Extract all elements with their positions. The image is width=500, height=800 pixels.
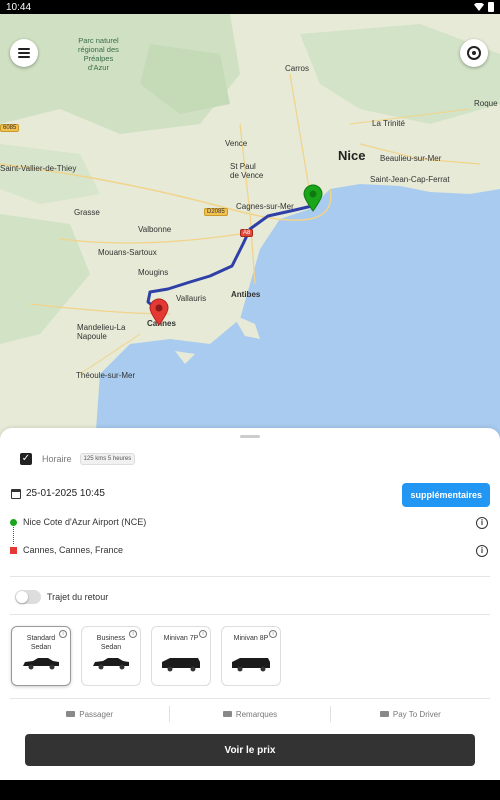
horaire-checkbox[interactable]: ✓ (20, 453, 32, 465)
cash-icon (379, 711, 389, 717)
start-marker-icon[interactable] (302, 184, 324, 212)
date-value: 25-01-2025 10:45 (26, 488, 105, 499)
see-price-button[interactable]: Voir le prix (25, 734, 475, 766)
system-nav-bar (0, 780, 500, 800)
end-marker-icon[interactable] (148, 298, 170, 326)
map-label-beaulieu: Beaulieu-sur-Mer (380, 154, 442, 163)
vehicle-info-icon[interactable]: i (199, 630, 207, 638)
map-label-grasse: Grasse (74, 208, 100, 217)
horaire-chip: 125 kms 5 heures (79, 453, 136, 465)
options-row: Passager Remarques Pay To Driver (10, 706, 490, 722)
horaire-row: ✓ Horaire 125 kms 5 heures (20, 453, 136, 465)
road-badge-d6085: 6085 (0, 124, 20, 132)
sheet-handle[interactable] (240, 435, 260, 438)
calendar-icon (11, 488, 21, 499)
vehicle-card-standard-sedan[interactable]: i Standard Sedan (11, 626, 71, 686)
map-label-latrinite: La Trinité (372, 119, 405, 128)
sedan-car-icon (23, 658, 59, 670)
dropoff-label: Cannes, Cannes, France (23, 545, 124, 555)
map-label-carros: Carros (285, 64, 310, 73)
menu-icon (18, 48, 30, 58)
wifi-icon (474, 3, 484, 11)
app-screen: 10:44 Parc naturel régional des Préalpes… (0, 0, 500, 800)
booking-sheet: ✓ Horaire 125 kms 5 heures 25-01-2025 10… (0, 428, 500, 780)
vehicle-card-minivan-7p[interactable]: i Minivan 7P (151, 626, 211, 686)
vehicle-info-icon[interactable]: i (129, 630, 137, 638)
menu-button[interactable] (10, 39, 38, 67)
return-trip-row: Trajet du retour (15, 590, 108, 604)
divider (10, 576, 490, 577)
map-label-stjean: Saint-Jean-Cap-Ferrat (370, 175, 450, 184)
battery-icon (488, 2, 494, 12)
payment-label: Pay To Driver (392, 709, 441, 719)
map-label-park: Parc naturel régional des Préalpes d'Azu… (78, 36, 119, 72)
vehicle-name: Minivan 7P (163, 635, 199, 642)
supplements-button[interactable]: supplémentaires (402, 483, 490, 507)
map-view[interactable]: Parc naturel régional des Préalpes d'Azu… (0, 14, 500, 444)
dropoff-info-icon[interactable]: i (476, 545, 488, 557)
return-trip-label: Trajet du retour (47, 592, 109, 602)
map-label-stpaul: St Paul de Vence (230, 162, 264, 180)
sedan-car-icon (93, 658, 129, 670)
payment-option[interactable]: Pay To Driver (331, 706, 490, 722)
vehicle-info-icon[interactable]: i (59, 630, 67, 638)
dropoff-stop[interactable]: Cannes, Cannes, France (10, 545, 123, 555)
date-row[interactable]: 25-01-2025 10:45 (11, 488, 105, 499)
pickup-label: Nice Cote d'Azur Airport (NCE) (23, 517, 147, 527)
status-time: 10:44 (6, 1, 32, 13)
vehicle-list: i Standard Sedan i Business Sedan i Mini… (11, 626, 281, 686)
people-icon (66, 711, 76, 717)
return-trip-toggle[interactable] (15, 590, 41, 604)
minivan-icon (162, 658, 200, 672)
divider (10, 614, 490, 615)
map-label-antibes: Antibes (231, 290, 261, 299)
vehicle-name: Business Sedan (96, 635, 126, 651)
map-label-stvallier: Saint-Vallier-de-Thiey (0, 164, 77, 173)
passenger-label: Passager (79, 709, 114, 719)
status-bar: 10:44 (0, 0, 500, 14)
route-connector (13, 527, 14, 544)
vehicle-card-business-sedan[interactable]: i Business Sedan (81, 626, 141, 686)
vehicle-name: Minivan 8P (233, 635, 269, 642)
comment-icon (222, 711, 232, 717)
minivan-icon (232, 658, 270, 672)
status-icons (474, 2, 494, 12)
map-label-roque: Roque (474, 99, 498, 108)
map-label-mandelieu: Mandelieu-La Napoule (77, 323, 126, 341)
map-label-valbonne: Valbonne (138, 225, 172, 234)
passenger-option[interactable]: Passager (10, 706, 171, 722)
map-label-mougins: Mougins (138, 268, 169, 277)
remarks-label: Remarques (235, 709, 278, 719)
pickup-info-icon[interactable]: i (476, 517, 488, 529)
divider (10, 698, 490, 699)
map-label-cagnes: Cagnes-sur-Mer (236, 202, 294, 211)
map-label-vallauris: Vallauris (176, 294, 207, 303)
vehicle-name: Standard Sedan (26, 635, 56, 651)
pickup-dot-icon (10, 518, 17, 526)
road-badge-a8: A8 (240, 229, 254, 237)
vehicle-card-minivan-8p[interactable]: i Minivan 8P (221, 626, 281, 686)
map-label-nice: Nice (338, 148, 366, 163)
vehicle-info-icon[interactable]: i (269, 630, 277, 638)
map-label-vence: Vence (225, 139, 248, 148)
my-location-button[interactable] (460, 39, 488, 67)
dropoff-square-icon (10, 546, 17, 554)
road-badge-d2085: D2085 (204, 208, 228, 216)
pickup-stop[interactable]: Nice Cote d'Azur Airport (NCE) (10, 517, 146, 527)
map-label-theoule: Théoule-sur-Mer (76, 371, 136, 380)
crosshair-icon (467, 46, 481, 60)
map-label-mouans: Mouans-Sartoux (98, 248, 157, 257)
horaire-label: Horaire (42, 454, 72, 464)
remarks-option[interactable]: Remarques (170, 706, 331, 722)
